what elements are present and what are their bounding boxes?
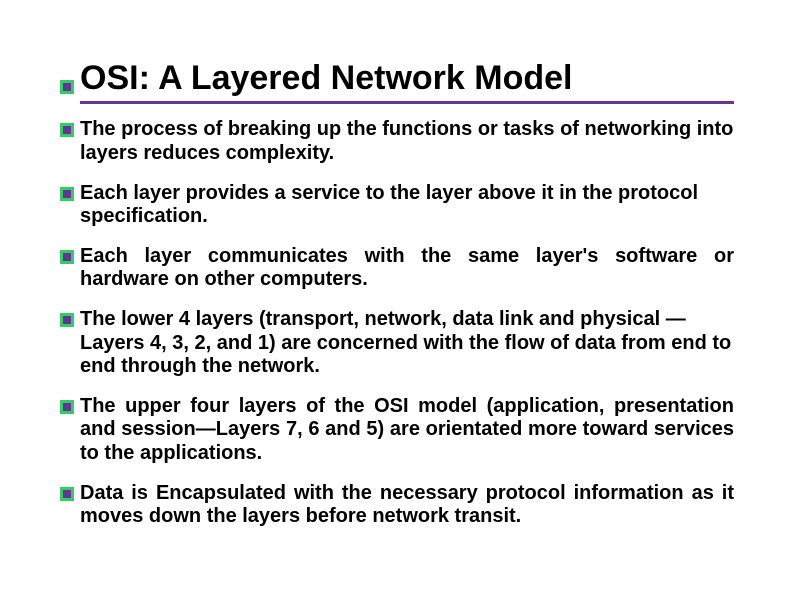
bullet-text: The lower 4 layers (transport, network, …: [80, 308, 734, 379]
bullet-text: The upper four layers of the OSI model (…: [80, 395, 734, 466]
list-item: Data is Encapsulated with the necessary …: [60, 482, 734, 529]
slide: OSI: A Layered Network Model The process…: [0, 0, 794, 595]
list-item: Each layer provides a service to the lay…: [60, 182, 734, 229]
list-item: The upper four layers of the OSI model (…: [60, 395, 734, 466]
list-item: Each layer communicates with the same la…: [60, 245, 734, 292]
bullet-icon: [60, 250, 74, 264]
bullet-icon: [60, 187, 74, 201]
title-bullet-icon: [60, 80, 74, 94]
list-item: The process of breaking up the functions…: [60, 118, 734, 165]
slide-body: The process of breaking up the functions…: [60, 118, 734, 528]
title-row: OSI: A Layered Network Model: [60, 60, 734, 104]
list-item: The lower 4 layers (transport, network, …: [60, 308, 734, 379]
bullet-text: Data is Encapsulated with the necessary …: [80, 482, 734, 529]
slide-title: OSI: A Layered Network Model: [80, 60, 734, 104]
bullet-text: Each layer provides a service to the lay…: [80, 182, 734, 229]
bullet-icon: [60, 400, 74, 414]
bullet-text: Each layer communicates with the same la…: [80, 245, 734, 292]
bullet-text: The process of breaking up the functions…: [80, 118, 734, 165]
bullet-icon: [60, 123, 74, 137]
bullet-icon: [60, 487, 74, 501]
bullet-icon: [60, 313, 74, 327]
